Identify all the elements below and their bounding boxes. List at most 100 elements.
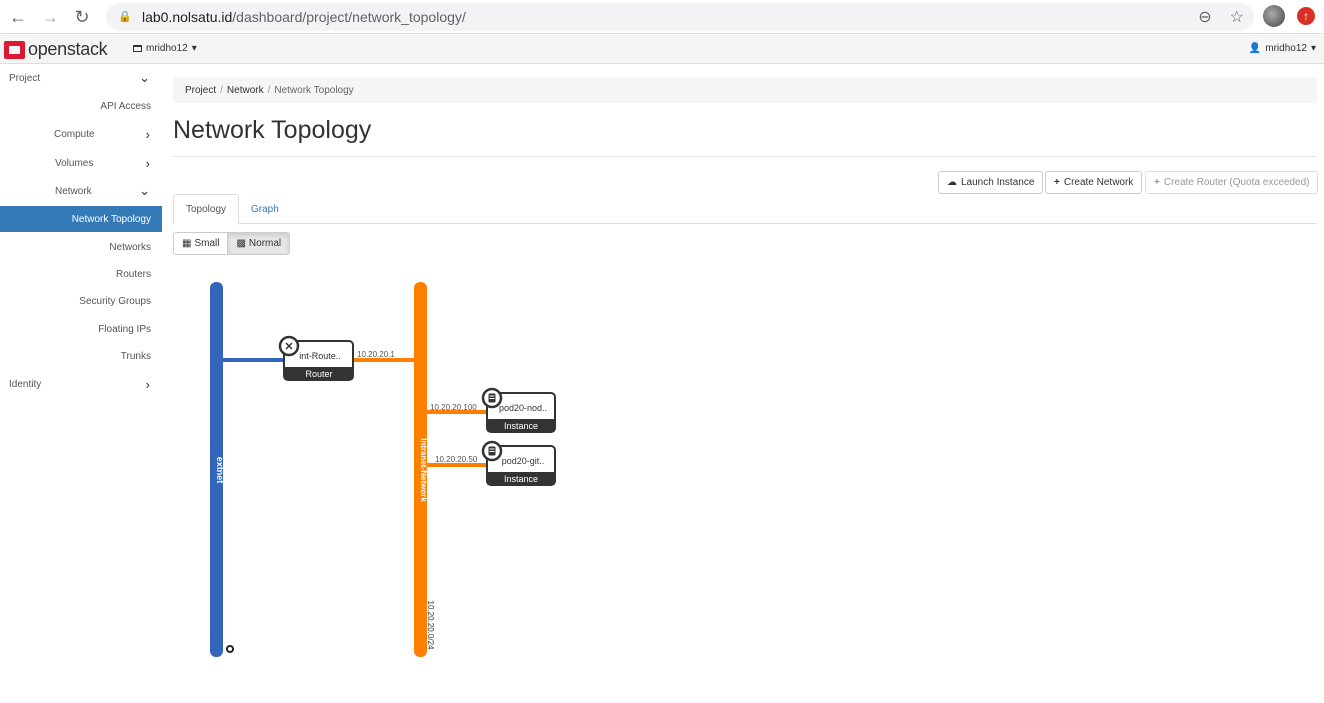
breadcrumb-project[interactable]: Project bbox=[185, 85, 216, 96]
grid-large-icon: ▩ bbox=[236, 238, 246, 249]
breadcrumb: Project / Network / Network Topology bbox=[173, 77, 1317, 103]
openstack-header: openstack mridho12 ▾ 👤 mridho12 ▾ bbox=[0, 35, 1324, 64]
sidebar-item-label: Network Topology bbox=[71, 213, 151, 225]
sidebar-item-security-groups[interactable]: Security Groups bbox=[0, 288, 162, 314]
logo-text: openstack bbox=[28, 39, 108, 59]
instance-2-ip: 10.20.20.50 bbox=[435, 455, 478, 464]
instance-node[interactable]: pod20-git.. Instance bbox=[481, 440, 556, 486]
breadcrumb-network[interactable]: Network bbox=[227, 85, 264, 96]
openstack-logo[interactable]: openstack bbox=[4, 39, 108, 60]
extnet-label: extnet bbox=[215, 457, 225, 484]
grid-small-icon: ▦ bbox=[182, 238, 192, 249]
user-name: mridho12 bbox=[1265, 43, 1307, 54]
sidebar-item-trunks[interactable]: Trunks bbox=[0, 343, 162, 369]
button-label: Normal bbox=[248, 238, 282, 249]
profile-avatar[interactable] bbox=[1263, 5, 1285, 27]
tab-label: Topology bbox=[186, 204, 227, 215]
tab-graph[interactable]: Graph bbox=[239, 194, 291, 224]
update-icon[interactable]: ↑ bbox=[1297, 7, 1315, 25]
router-type: Router bbox=[305, 369, 332, 379]
caret-down-icon: ▾ bbox=[191, 43, 197, 54]
button-label: Small bbox=[194, 238, 220, 249]
chevron-down-icon: ⌄ bbox=[139, 70, 150, 85]
launch-instance-button[interactable]: ☁ Launch Instance bbox=[938, 171, 1044, 194]
create-network-button[interactable]: + Create Network bbox=[1045, 171, 1143, 194]
back-icon[interactable]: ← bbox=[6, 5, 30, 29]
browser-toolbar: ← → ↻ 🔒 lab0.nolsatu.id/dashboard/projec… bbox=[0, 0, 1324, 34]
sidebar-item-api-access[interactable]: API Access bbox=[0, 93, 162, 119]
cloud-upload-icon: ☁ bbox=[947, 177, 957, 188]
url-path: /dashboard/project/network_topology/ bbox=[232, 9, 466, 25]
instance-node[interactable]: pod20-nod.. Instance bbox=[481, 387, 556, 433]
instance-type: Instance bbox=[504, 474, 538, 484]
url-host: lab0.nolsatu.id bbox=[142, 9, 233, 25]
normal-button[interactable]: ▩ Normal bbox=[228, 232, 291, 255]
router-node[interactable]: int-Route.. Router ✕ bbox=[278, 335, 354, 381]
divider bbox=[173, 156, 1317, 157]
breadcrumb-separator: / bbox=[267, 84, 271, 96]
sidebar-item-label: Trunks bbox=[120, 350, 151, 362]
sidebar-item-label: Project bbox=[9, 72, 41, 84]
plus-icon: + bbox=[1154, 177, 1160, 188]
sidebar-item-network-topology[interactable]: Network Topology bbox=[0, 206, 162, 232]
sidebar-item-label: Network bbox=[55, 185, 92, 197]
zoom-icon[interactable]: ⊖ bbox=[1198, 7, 1211, 27]
address-bar[interactable]: 🔒 lab0.nolsatu.id/dashboard/project/netw… bbox=[106, 3, 1254, 31]
page-title: Network Topology bbox=[173, 116, 372, 144]
instance-1-ip: 10.20.20.100 bbox=[430, 403, 477, 412]
tab-label: Graph bbox=[251, 203, 279, 215]
svg-text:✕: ✕ bbox=[284, 341, 293, 353]
sidebar-item-floating-ips[interactable]: Floating IPs bbox=[0, 316, 162, 342]
button-label: Launch Instance bbox=[961, 177, 1035, 188]
instance-type: Instance bbox=[504, 421, 538, 431]
openstack-logo-icon bbox=[4, 40, 25, 59]
caret-down-icon: ▾ bbox=[1310, 43, 1316, 54]
sidebar-item-networks[interactable]: Networks bbox=[0, 234, 162, 260]
sidebar-item-label: Volumes bbox=[55, 157, 94, 169]
sidebar-item-label: Compute bbox=[54, 128, 95, 140]
breadcrumb-separator: / bbox=[220, 84, 223, 96]
sidebar-item-compute[interactable]: Compute › bbox=[0, 121, 162, 147]
sidebar-item-identity[interactable]: Identity › bbox=[0, 371, 162, 397]
instance-name: pod20-git.. bbox=[502, 456, 545, 466]
sidebar-item-volumes[interactable]: Volumes › bbox=[0, 150, 162, 176]
size-toggle: ▦ Small ▩ Normal bbox=[173, 232, 291, 255]
topology-tabs: Topology Graph bbox=[173, 194, 1317, 225]
tab-topology[interactable]: Topology bbox=[173, 194, 240, 225]
chevron-right-icon: › bbox=[145, 126, 150, 142]
chevron-right-icon: › bbox=[145, 155, 150, 171]
chevron-down-icon: ⌄ bbox=[139, 183, 150, 198]
sidebar-item-project[interactable]: Project ⌄ bbox=[0, 65, 162, 91]
sidebar-item-label: API Access bbox=[100, 100, 151, 112]
project-dropdown[interactable]: mridho12 ▾ bbox=[133, 43, 197, 54]
bookmark-star-icon[interactable]: ☆ bbox=[1230, 7, 1244, 27]
reload-icon[interactable]: ↻ bbox=[70, 5, 94, 29]
button-label: Create Network bbox=[1063, 177, 1134, 188]
instance-name: pod20-nod.. bbox=[499, 403, 547, 413]
user-dropdown[interactable]: 👤 mridho12 ▾ bbox=[1249, 43, 1316, 54]
chevron-right-icon: › bbox=[145, 376, 150, 392]
project-name: mridho12 bbox=[146, 43, 188, 54]
project-icon bbox=[133, 45, 142, 52]
create-router-button[interactable]: + Create Router (Quota exceeded) bbox=[1145, 171, 1319, 194]
user-icon: 👤 bbox=[1248, 43, 1262, 54]
router-name: int-Route.. bbox=[299, 351, 341, 361]
breadcrumb-current: Network Topology bbox=[274, 84, 354, 96]
button-label: Create Router (Quota exceeded) bbox=[1163, 177, 1310, 188]
sidebar-item-label: Routers bbox=[115, 268, 151, 280]
intranet-label: Intranet-Network bbox=[419, 438, 428, 502]
forward-icon[interactable]: → bbox=[38, 5, 62, 29]
sidebar: Project ⌄ API Access Compute › Volumes ›… bbox=[0, 64, 162, 703]
lock-icon: 🔒 bbox=[118, 11, 132, 23]
sidebar-item-label: Identity bbox=[9, 378, 42, 390]
sidebar-item-routers[interactable]: Routers bbox=[0, 261, 162, 287]
sidebar-item-label: Floating IPs bbox=[98, 323, 151, 335]
topology-canvas: extnet Intranet-Network 10.20.20.0/24 10… bbox=[210, 282, 556, 657]
plus-icon: + bbox=[1054, 177, 1060, 188]
sidebar-item-label: Networks bbox=[109, 241, 151, 253]
sidebar-item-label: Security Groups bbox=[79, 295, 151, 307]
router-ip: 10.20.20.1 bbox=[357, 350, 395, 359]
small-button[interactable]: ▦ Small bbox=[173, 232, 229, 255]
sidebar-item-network[interactable]: Network ⌄ bbox=[0, 178, 162, 204]
intranet-cidr: 10.20.20.0/24 bbox=[426, 601, 435, 650]
